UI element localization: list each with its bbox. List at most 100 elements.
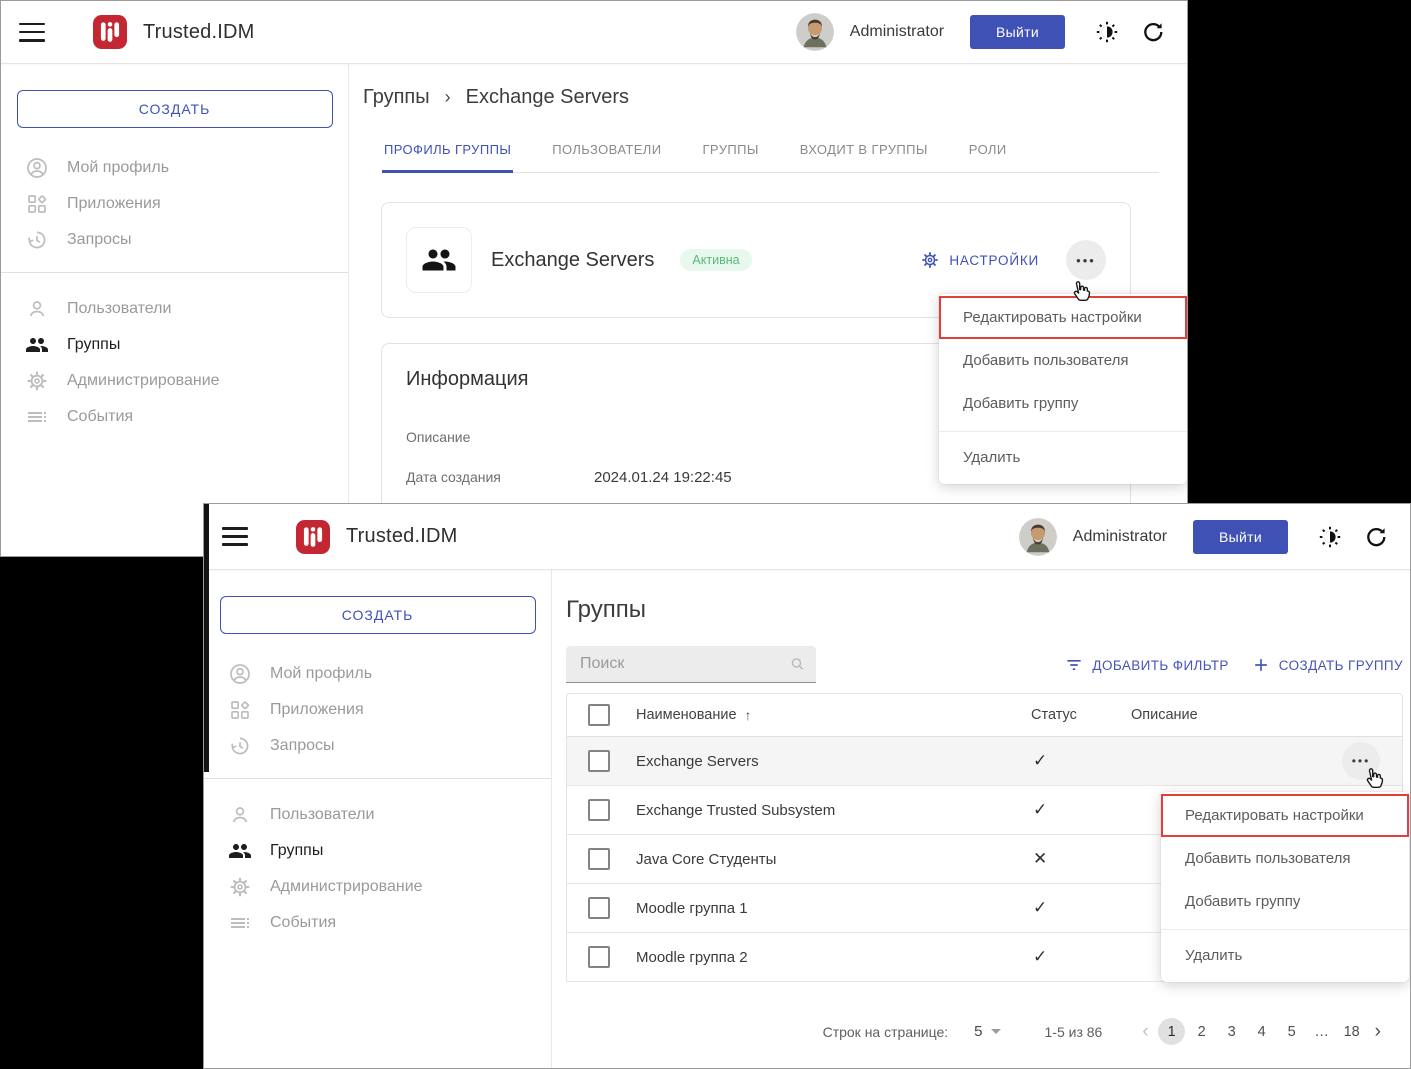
sidebar-item-groups[interactable]: Группы [1, 327, 348, 363]
gear-icon [228, 875, 252, 899]
create-group-button[interactable]: СОЗДАТЬ ГРУППУ [1251, 655, 1403, 675]
rows-per-page-label: Строк на странице: [823, 1024, 949, 1040]
plus-icon [1251, 655, 1271, 675]
brand-title: Trusted.IDM [346, 525, 457, 548]
sidebar-item-applications[interactable]: Приложения [1, 186, 348, 222]
sidebar-item-administration[interactable]: Администрирование [1, 363, 348, 399]
page-button-2[interactable]: 2 [1188, 1018, 1215, 1045]
sidebar-item-label: События [67, 408, 133, 426]
page-button-5[interactable]: 5 [1278, 1018, 1305, 1045]
column-name[interactable]: Наименование [636, 707, 737, 723]
gear-icon [920, 250, 940, 270]
sidebar-item-requests[interactable]: Запросы [1, 222, 348, 258]
sidebar-item-my-profile[interactable]: Мой профиль [204, 656, 551, 692]
page-button-1[interactable]: 1 [1158, 1018, 1185, 1045]
sidebar-item-requests[interactable]: Запросы [204, 728, 551, 764]
select-all-checkbox[interactable] [588, 704, 610, 726]
column-description[interactable]: Описание [1131, 707, 1402, 723]
row-checkbox[interactable] [588, 946, 610, 968]
prev-page-button[interactable]: ‹ [1134, 1021, 1156, 1043]
sidebar-item-users[interactable]: Пользователи [204, 797, 551, 833]
page-button-4[interactable]: 4 [1248, 1018, 1275, 1045]
refresh-icon[interactable] [1364, 525, 1388, 549]
menu-item-edit-settings[interactable]: Редактировать настройки [1161, 794, 1409, 837]
sidebar-item-users[interactable]: Пользователи [1, 291, 348, 327]
scrollbar-thumb[interactable] [204, 504, 209, 772]
next-page-button[interactable]: › [1367, 1021, 1389, 1043]
sidebar-item-label: Пользователи [270, 806, 374, 824]
table-toolbar: ДОБАВИТЬ ФИЛЬТР СОЗДАТЬ ГРУППУ [566, 646, 1403, 683]
group-title: Exchange Servers [491, 249, 654, 272]
menu-hamburger-icon[interactable] [222, 527, 248, 546]
sidebar-item-label: Приложения [270, 701, 364, 719]
menu-item-delete[interactable]: Удалить [939, 434, 1187, 478]
page-button-3[interactable]: 3 [1218, 1018, 1245, 1045]
avatar[interactable] [1019, 518, 1057, 556]
menu-item-add-user[interactable]: Добавить пользователя [1161, 837, 1409, 880]
tab-groups[interactable]: ГРУППЫ [700, 136, 760, 172]
menu-item-add-group[interactable]: Добавить группу [939, 382, 1187, 425]
menu-divider [939, 431, 1187, 432]
sidebar-item-events[interactable]: События [1, 399, 348, 435]
search-icon [789, 654, 806, 674]
column-status[interactable]: Статус [1031, 707, 1131, 723]
settings-button[interactable]: НАСТРОЙКИ [920, 250, 1039, 270]
search-input[interactable] [578, 654, 789, 674]
field-value: 2024.01.24 19:22:45 [594, 469, 732, 486]
row-checkbox[interactable] [588, 897, 610, 919]
person-icon [228, 803, 252, 827]
more-actions-button[interactable]: ••• [1066, 240, 1106, 280]
logout-button[interactable]: Выйти [970, 15, 1065, 49]
breadcrumb: Группы › Exchange Servers [363, 86, 1187, 109]
row-checkbox[interactable] [588, 750, 610, 772]
menu-item-edit-settings[interactable]: Редактировать настройки [939, 296, 1187, 339]
create-button[interactable]: СОЗДАТЬ [220, 596, 536, 634]
sidebar-item-events[interactable]: События [204, 905, 551, 941]
window-groups-list: Trusted.IDM Administrator Выйти [203, 503, 1411, 1069]
menu-item-add-group[interactable]: Добавить группу [1161, 880, 1409, 923]
tab-roles[interactable]: РОЛИ [967, 136, 1009, 172]
account-circle-icon [25, 156, 49, 180]
row-checkbox[interactable] [588, 848, 610, 870]
refresh-icon[interactable] [1141, 20, 1165, 44]
breadcrumb-groups-link[interactable]: Группы [363, 86, 430, 109]
row-name: Exchange Trusted Subsystem [623, 802, 1031, 819]
rows-per-page-value: 5 [974, 1023, 982, 1040]
search-field[interactable] [566, 646, 816, 683]
page-title: Группы [566, 596, 1403, 624]
sidebar-item-label: Администрирование [270, 878, 423, 896]
filter-icon [1064, 655, 1084, 675]
sidebar-item-applications[interactable]: Приложения [204, 692, 551, 728]
sidebar-item-groups[interactable]: Группы [204, 833, 551, 869]
field-label: Описание [406, 429, 594, 445]
app-header: Trusted.IDM Administrator Выйти [204, 504, 1410, 570]
menu-item-delete[interactable]: Удалить [1161, 932, 1409, 976]
theme-toggle-icon[interactable] [1095, 20, 1119, 44]
menu-item-add-user[interactable]: Добавить пользователя [939, 339, 1187, 382]
account-circle-icon [228, 662, 252, 686]
tab-group-profile[interactable]: ПРОФИЛЬ ГРУППЫ [382, 136, 513, 173]
settings-label: НАСТРОЙКИ [949, 253, 1039, 268]
group-avatar-tile [406, 227, 472, 293]
tab-member-of-groups[interactable]: ВХОДИТ В ГРУППЫ [798, 136, 930, 172]
page-button-18[interactable]: 18 [1338, 1018, 1365, 1045]
create-button[interactable]: СОЗДАТЬ [17, 90, 333, 128]
row-more-actions-button[interactable]: ••• [1342, 742, 1380, 780]
table-row[interactable]: Exchange Servers ✓ ••• [567, 737, 1402, 786]
add-filter-button[interactable]: ДОБАВИТЬ ФИЛЬТР [1064, 655, 1228, 675]
sidebar: СОЗДАТЬ Мой профиль Пр [1, 64, 349, 557]
breadcrumb-separator-icon: › [445, 87, 451, 108]
menu-hamburger-icon[interactable] [19, 23, 45, 42]
sidebar-item-administration[interactable]: Администрирование [204, 869, 551, 905]
tab-users[interactable]: ПОЛЬЗОВАТЕЛИ [550, 136, 663, 172]
rows-per-page-select[interactable]: 5 [948, 1023, 1000, 1040]
logout-button[interactable]: Выйти [1193, 520, 1288, 554]
avatar[interactable] [796, 13, 834, 51]
status-check-icon: ✓ [1031, 947, 1131, 967]
sidebar-item-my-profile[interactable]: Мой профиль [1, 150, 348, 186]
row-checkbox[interactable] [588, 799, 610, 821]
history-icon [228, 734, 252, 758]
sort-asc-icon[interactable]: ↑ [745, 707, 752, 723]
sidebar-item-label: Пользователи [67, 300, 171, 318]
theme-toggle-icon[interactable] [1318, 525, 1342, 549]
